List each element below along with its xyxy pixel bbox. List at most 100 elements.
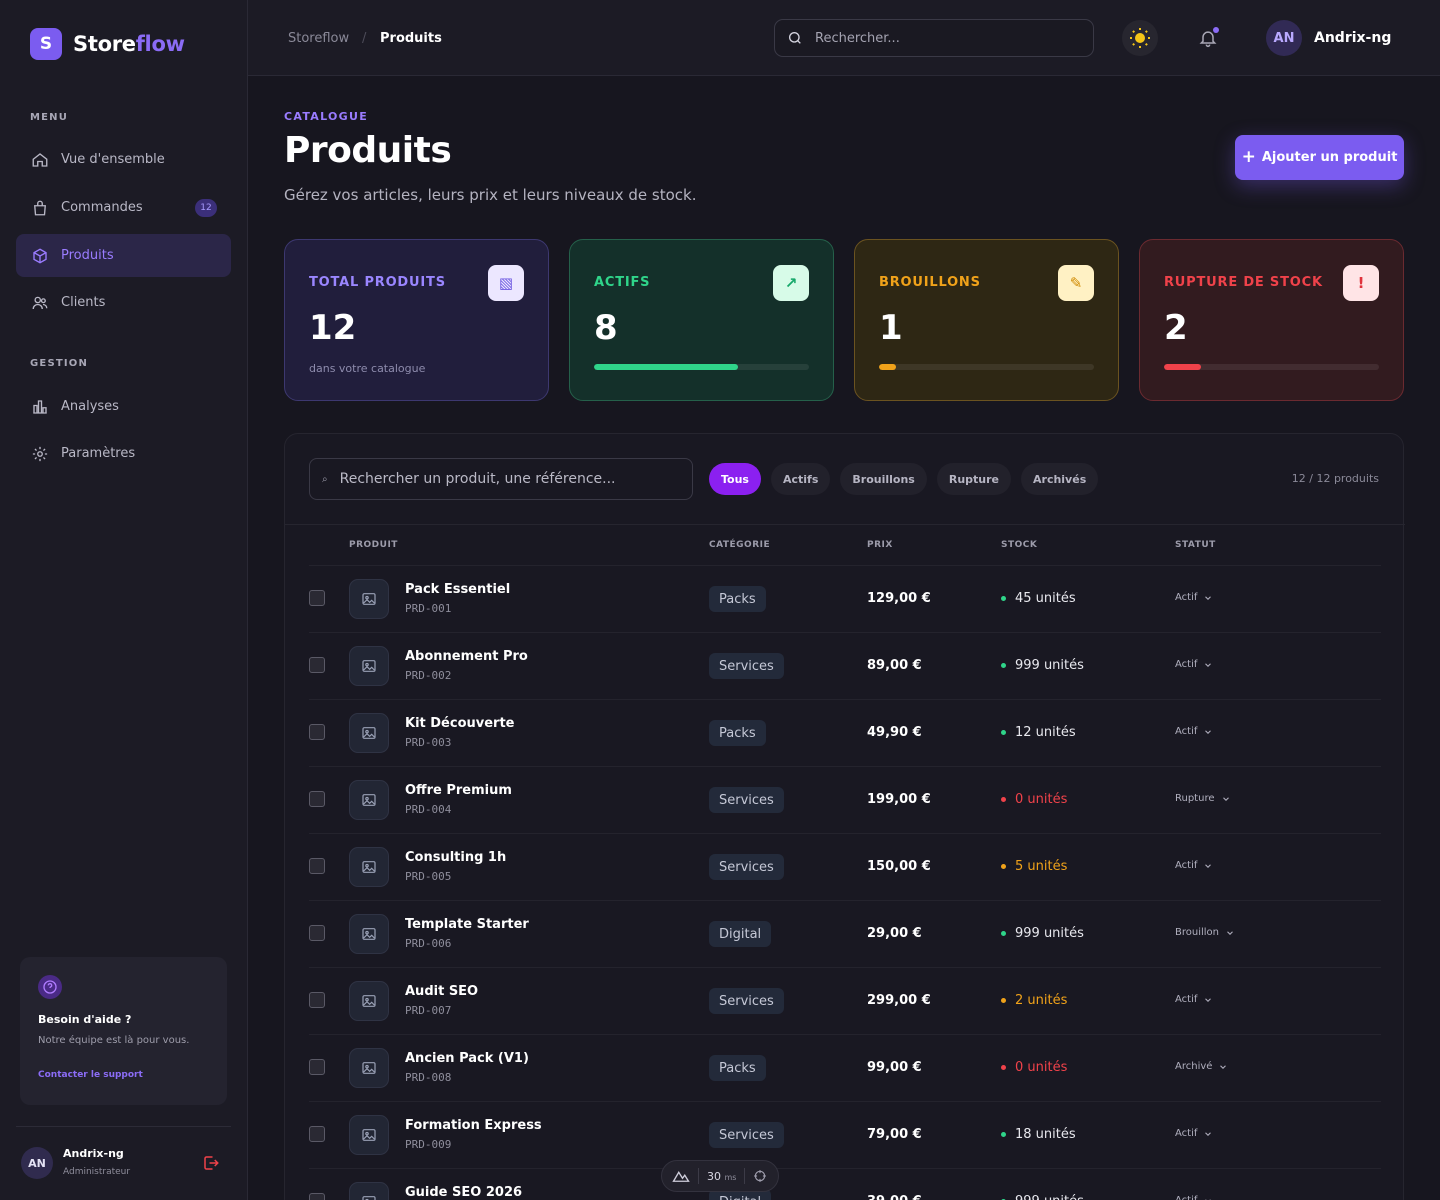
product-ref: PRD-001 — [405, 602, 452, 615]
status-dropdown[interactable]: Brouillon — [1175, 927, 1235, 938]
product-price: 129,00 € — [867, 591, 931, 606]
product-search-input[interactable] — [339, 471, 680, 487]
status-dropdown[interactable]: Actif — [1175, 994, 1213, 1005]
product-name[interactable]: Formation Express — [405, 1118, 542, 1133]
theme-toggle-button[interactable] — [1122, 20, 1158, 56]
table-row[interactable]: Kit Découverte PRD-003 Packs 49,90 € 12 unit… — [309, 699, 1381, 766]
column-header-stock[interactable]: STOCK — [1001, 540, 1037, 550]
logout-icon[interactable] — [202, 1154, 220, 1172]
table-row[interactable]: Guide SEO 2026PRD-010Digital39,00 €999 u… — [309, 1168, 1381, 1200]
filter-chip-all[interactable]: Tous — [709, 463, 761, 495]
table-row[interactable]: Template Starter PRD-006 Digital 29,00 € 999… — [309, 900, 1381, 967]
status-dropdown[interactable]: Actif — [1175, 1128, 1213, 1139]
status-dropdown[interactable]: Actif — [1175, 1195, 1213, 1200]
status-dropdown[interactable]: Archivé — [1175, 1061, 1228, 1072]
nav-section-menu: MENU — [30, 112, 69, 123]
filter-chip-out-of-stock[interactable]: Rupture — [936, 463, 1011, 495]
brand-name: Storeflow — [73, 32, 185, 56]
table-row[interactable]: Offre Premium PRD-004 Services 199,00 € 0 un… — [309, 766, 1381, 833]
product-name[interactable]: Abonnement Pro — [405, 649, 528, 664]
sidebar-item-settings[interactable]: Paramètres — [16, 432, 231, 475]
product-name[interactable]: Consulting 1h — [405, 850, 506, 865]
product-ref: PRD-009 — [405, 1138, 452, 1151]
image-icon — [349, 981, 389, 1021]
sidebar-item-label: Produits — [61, 248, 114, 263]
users-icon — [32, 296, 48, 309]
chevron-down-icon — [1221, 794, 1231, 804]
table-row[interactable]: Ancien Pack (V1) PRD-008 Packs 99,00 € 0 uni… — [309, 1034, 1381, 1101]
stock-dot — [1001, 1065, 1006, 1070]
table-row[interactable]: Audit SEO PRD-007 Services 299,00 € 2 unités… — [309, 967, 1381, 1034]
product-name[interactable]: Kit Découverte — [405, 716, 515, 731]
breadcrumb-root[interactable]: Storeflow — [288, 31, 349, 46]
column-header-category[interactable]: CATÉGORIE — [709, 540, 770, 550]
table-row[interactable]: Pack Essentiel PRD-001 Packs 129,00 € 45 uni… — [309, 565, 1381, 632]
product-ref: PRD-002 — [405, 669, 452, 682]
product-price: 299,00 € — [867, 993, 931, 1008]
row-checkbox[interactable] — [309, 791, 325, 807]
stock-level: 0 unités — [1001, 1060, 1067, 1075]
filter-chip-archived[interactable]: Archivés — [1021, 463, 1099, 495]
add-product-button[interactable]: + Ajouter un produit — [1235, 135, 1404, 180]
stock-level: 0 unités — [1001, 792, 1067, 807]
product-name[interactable]: Ancien Pack (V1) — [405, 1051, 529, 1066]
avatar[interactable]: AN — [1266, 20, 1302, 56]
row-checkbox[interactable] — [309, 1126, 325, 1142]
filter-chip-active[interactable]: Actifs — [770, 463, 831, 495]
row-checkbox[interactable] — [309, 925, 325, 941]
stat-card-total: TOTAL PRODUITS 12 ▧ dans votre catalogue — [284, 239, 549, 401]
notifications-button[interactable] — [1190, 20, 1226, 56]
product-name[interactable]: Audit SEO — [405, 984, 478, 999]
plus-icon: + — [1241, 147, 1256, 167]
page-title: Produits — [284, 130, 452, 171]
row-checkbox[interactable] — [309, 858, 325, 874]
product-name[interactable]: Guide SEO 2026 — [405, 1185, 522, 1200]
performance-indicator[interactable]: 30 ms — [661, 1160, 779, 1192]
product-price: 49,90 € — [867, 725, 922, 740]
sidebar-item-analytics[interactable]: Analyses — [16, 385, 231, 428]
product-name[interactable]: Pack Essentiel — [405, 582, 510, 597]
sidebar-item-clients[interactable]: Clients — [16, 281, 231, 324]
category-badge: Services — [709, 854, 784, 880]
product-name[interactable]: Template Starter — [405, 917, 529, 932]
topbar-user-name[interactable]: Andrix-ng — [1314, 30, 1391, 46]
row-checkbox[interactable] — [309, 657, 325, 673]
sidebar-item-products[interactable]: Produits — [16, 234, 231, 277]
table-row[interactable]: Formation Express PRD-009 Services 79,00 € 1… — [309, 1101, 1381, 1168]
status-dropdown[interactable]: Actif — [1175, 726, 1213, 737]
product-price: 39,00 € — [867, 1194, 922, 1200]
stock-dot — [1001, 596, 1006, 601]
status-dropdown[interactable]: Actif — [1175, 592, 1213, 603]
contact-support-link[interactable]: Contacter le support — [38, 1070, 143, 1080]
product-price: 199,00 € — [867, 792, 931, 807]
global-search-input[interactable] — [815, 30, 1075, 46]
row-checkbox[interactable] — [309, 1193, 325, 1200]
table-row[interactable]: Abonnement Pro PRD-002 Services 89,00 € 999 … — [309, 632, 1381, 699]
avatar[interactable]: AN — [21, 1147, 53, 1179]
product-count: 12 / 12 produits — [1291, 472, 1379, 485]
status-dropdown[interactable]: Actif — [1175, 659, 1213, 670]
global-search[interactable] — [774, 19, 1094, 57]
breadcrumb-current: Produits — [380, 31, 442, 46]
column-header-status[interactable]: STATUT — [1175, 540, 1216, 550]
mountain-icon — [672, 1170, 690, 1182]
sidebar-item-orders[interactable]: Commandes 12 — [16, 186, 231, 229]
chevron-down-icon — [1203, 593, 1213, 603]
column-header-price[interactable]: PRIX — [867, 540, 893, 550]
brand[interactable]: S Storeflow — [30, 28, 185, 60]
column-header-product[interactable]: PRODUIT — [349, 540, 398, 550]
status-dropdown[interactable]: Actif — [1175, 860, 1213, 871]
sidebar: S Storeflow MENU Vue d'ensemble Commande… — [0, 0, 248, 1200]
product-search[interactable]: ⌕ — [309, 458, 693, 500]
row-checkbox[interactable] — [309, 590, 325, 606]
sidebar-item-overview[interactable]: Vue d'ensemble — [16, 138, 231, 181]
filter-chip-drafts[interactable]: Brouillons — [840, 463, 927, 495]
row-checkbox[interactable] — [309, 724, 325, 740]
notification-dot — [1213, 27, 1219, 33]
row-checkbox[interactable] — [309, 992, 325, 1008]
table-row[interactable]: Consulting 1h PRD-005 Services 150,00 € 5 un… — [309, 833, 1381, 900]
status-dropdown[interactable]: Rupture — [1175, 793, 1231, 804]
product-name[interactable]: Offre Premium — [405, 783, 512, 798]
category-badge: Packs — [709, 586, 766, 612]
row-checkbox[interactable] — [309, 1059, 325, 1075]
